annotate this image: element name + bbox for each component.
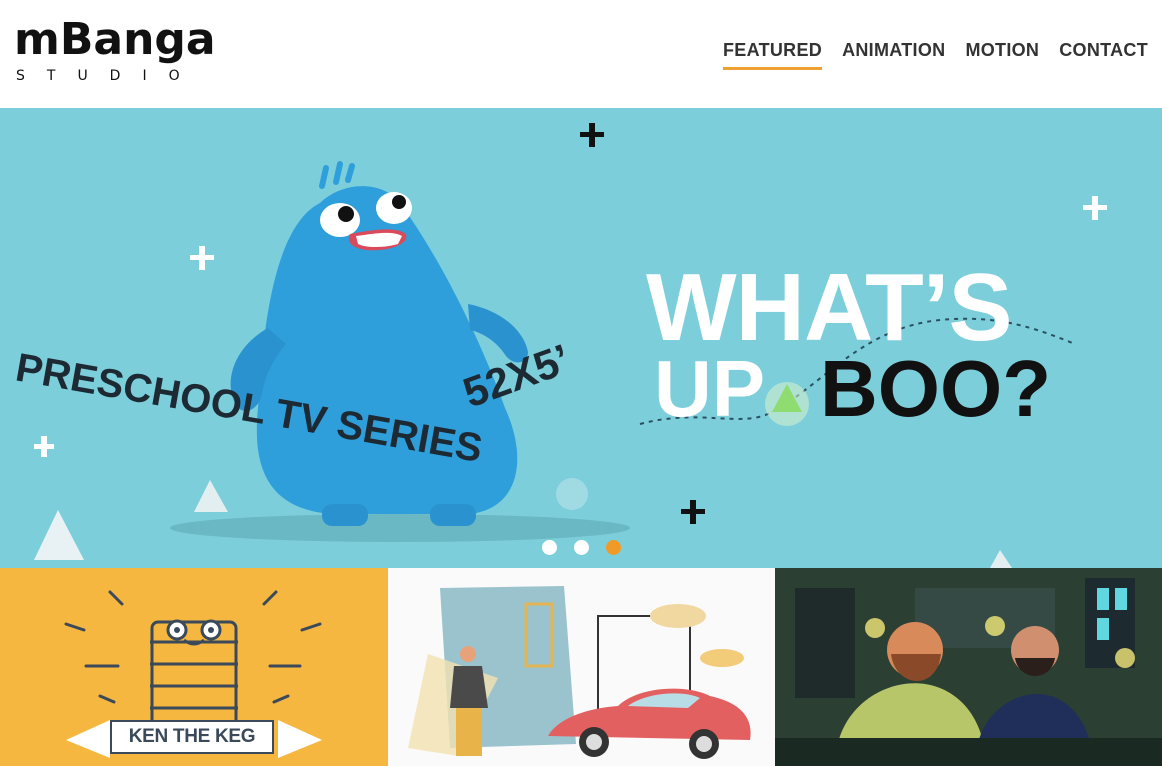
- nav-featured[interactable]: FEATURED: [723, 40, 823, 70]
- nav-animation[interactable]: ANIMATION: [842, 40, 945, 70]
- project-tile-bar-scene[interactable]: [775, 568, 1162, 766]
- hero-slider[interactable]: PRESCHOOL TV SERIES 52X5’ WHAT’S UP BOO?: [0, 108, 1162, 568]
- project-tile-vintage-car[interactable]: [388, 568, 775, 766]
- plus-icon: [580, 123, 604, 147]
- monster-character: [230, 161, 528, 526]
- nav-contact[interactable]: CONTACT: [1059, 40, 1148, 70]
- plus-icon: [190, 246, 214, 270]
- site-header: mBanga STUDIO FEATURED ANIMATION MOTION …: [0, 0, 1162, 108]
- plus-icon: [1083, 196, 1107, 220]
- triangle-shape: [34, 510, 84, 560]
- triangle-shape: [194, 480, 228, 512]
- tile-label: KEN THE KEG: [128, 726, 256, 747]
- project-tile-ken-the-keg[interactable]: KEN THE KEG: [0, 568, 388, 766]
- slider-dot-1[interactable]: [542, 540, 557, 555]
- triangle-shape: [990, 550, 1012, 568]
- ground-shadow: [170, 514, 630, 542]
- nav-motion[interactable]: MOTION: [965, 40, 1039, 70]
- bar-illustration: [775, 568, 1162, 766]
- project-grid: KEN THE KEG: [0, 568, 1162, 766]
- slide-title-boo: BOO?: [820, 344, 1051, 433]
- logo[interactable]: mBanga STUDIO: [14, 14, 216, 94]
- logo-wordmark: mBanga: [14, 14, 216, 65]
- slider-dots: [542, 540, 621, 555]
- bubble-shape: [556, 478, 588, 510]
- hero-artwork: PRESCHOOL TV SERIES 52X5’ WHAT’S UP BOO?: [12, 123, 1107, 568]
- slider-dot-3[interactable]: [606, 540, 621, 555]
- keg-banner: KEN THE KEG: [110, 720, 274, 754]
- plus-icon: [681, 500, 705, 524]
- glowing-ship-icon: [765, 382, 809, 426]
- slider-dot-2[interactable]: [574, 540, 589, 555]
- logo-subtitle: STUDIO: [16, 68, 202, 84]
- car-illustration: [408, 586, 751, 759]
- slide-title-up: UP: [654, 344, 765, 433]
- main-nav: FEATURED ANIMATION MOTION CONTACT: [723, 40, 1148, 70]
- plus-icon: [34, 436, 54, 457]
